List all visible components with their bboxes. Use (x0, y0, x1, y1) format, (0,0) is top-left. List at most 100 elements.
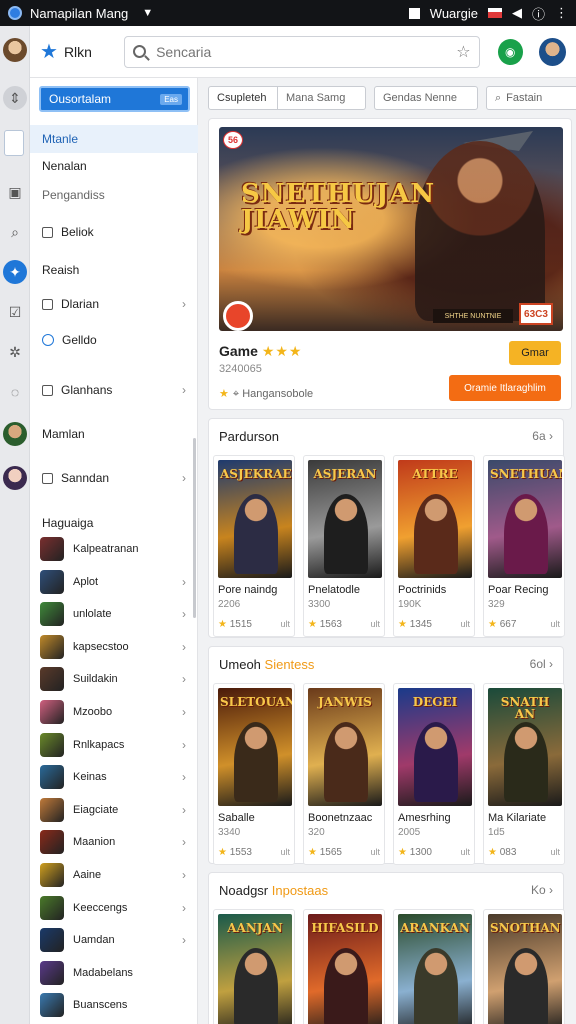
game-cover-art[interactable]: SLETOUAN (218, 688, 292, 806)
sidebar-game-item[interactable]: Keinas › (30, 762, 198, 792)
game-card-tag: ult (550, 847, 560, 857)
sidebar-item-5[interactable]: Dlarian › (30, 290, 198, 318)
game-card-size: 190K (398, 599, 422, 610)
game-cover-art[interactable]: SNATH AN (488, 688, 562, 806)
brand-label[interactable]: Rlkn (64, 44, 124, 60)
get-button[interactable]: Gmar (509, 341, 561, 365)
game-card[interactable]: ARANKAN (393, 909, 475, 1024)
filter-chip-0[interactable]: Csupleteh (208, 86, 278, 110)
game-cover-art[interactable]: DEGEI (398, 688, 472, 806)
search-icon[interactable]: ⌕ (3, 220, 27, 244)
game-thumbnail (40, 732, 64, 757)
game-card-name: Pore naindg (218, 584, 278, 596)
sidebar-item-label: Pengandiss (42, 188, 105, 202)
game-cover-art[interactable]: JANWIS (308, 688, 382, 806)
sidebar-game-item[interactable]: Suildakin › (30, 664, 198, 694)
account-name[interactable]: Wuargie (430, 6, 478, 21)
section-more-link[interactable]: Ko › (531, 883, 553, 897)
profile-avatar[interactable] (3, 38, 27, 62)
game-cover-art[interactable]: ARANKAN (398, 914, 472, 1024)
user-avatar[interactable] (538, 37, 566, 66)
sidebar-item-2[interactable]: Pengandiss (30, 181, 198, 209)
game-card[interactable]: ASJEKRAE Pore naindg 2206 ★ 1515 ult (213, 455, 295, 637)
game-card[interactable]: AANJAN (213, 909, 295, 1024)
game-logo-icon[interactable] (223, 301, 253, 331)
more-vertical-icon[interactable]: ⋮ (555, 5, 568, 21)
sidebar-item-1[interactable]: Nenalan (30, 152, 198, 180)
download-icon[interactable]: ▣ (3, 180, 27, 204)
game-card[interactable]: ASJERAN Pnelatodle 3300 ★ 1563 ult (303, 455, 385, 637)
sidebar-scrollbar[interactable] (193, 438, 196, 618)
game-cover-art[interactable]: ASJEKRAE (218, 460, 292, 578)
sidebar-item-8[interactable]: Mamlan (30, 420, 198, 448)
game-card[interactable]: HIFASILD (303, 909, 385, 1024)
back-icon[interactable]: ◀ (512, 5, 522, 21)
square-icon[interactable] (408, 7, 420, 19)
sidebar-game-item[interactable]: Rnlkapacs › (30, 730, 198, 760)
status-bar: Namapilan Mang ▼ Wuargie ◀ ⓘ ⋮ (0, 0, 576, 26)
sidebar-item-7[interactable]: Glanhans › (30, 376, 198, 404)
expand-icon[interactable]: ⇕ (3, 86, 27, 110)
sidebar-item-label: Reaish (42, 263, 80, 277)
sidebar-game-item[interactable]: Aaine › (30, 860, 198, 890)
game-card[interactable]: DEGEI Amesrhing 2005 ★ 1300 ult (393, 683, 475, 865)
game-cover-art[interactable]: AANJAN (218, 914, 292, 1024)
sidebar-item-9[interactable]: Sanndan › (30, 464, 198, 492)
sidebar-game-item[interactable]: Maanion › (30, 827, 198, 857)
filter-search[interactable]: ⌕ Fastain (486, 86, 576, 110)
star-logo-icon[interactable]: ★ (40, 39, 58, 64)
section-more-link[interactable]: 6a › (532, 429, 553, 443)
search-box[interactable]: ☆ (124, 35, 480, 68)
chat-icon[interactable]: ◌ (3, 380, 27, 404)
game-cover-art[interactable]: ASJERAN (308, 460, 382, 578)
install-button[interactable]: Oramie Itlaraghlim (449, 375, 561, 401)
game-card[interactable]: SNETHUAN Poar Recing 329 ★ 667 ult (483, 455, 565, 637)
game-cover-art[interactable]: SNOTHAN (488, 914, 562, 1024)
chevron-down-icon[interactable]: ▼ (142, 7, 153, 19)
sidebar-game-item[interactable]: Buanscens (30, 990, 198, 1020)
search-input[interactable] (156, 43, 457, 60)
game-cover-art[interactable]: SNETHUAN (488, 460, 562, 578)
sidebar-game-item[interactable]: Madabelans (30, 958, 198, 988)
sidebar-primary-button[interactable]: Ousortalam Eas (39, 86, 190, 112)
friend-avatar-2[interactable] (3, 466, 27, 490)
settings-icon[interactable]: ✲ (3, 340, 27, 364)
game-controller-button[interactable]: ◉ (497, 38, 523, 65)
info-icon[interactable]: ⓘ (532, 4, 545, 23)
sidebar-game-item[interactable]: Kalpeatranan (30, 534, 198, 564)
game-card[interactable]: SNOTHAN (483, 909, 565, 1024)
game-card[interactable]: ATTRE Poctrinids 190K ★ 1345 ult (393, 455, 475, 637)
star-outline-icon[interactable]: ☆ (456, 42, 470, 62)
game-cover-art[interactable]: ATTRE (398, 460, 472, 578)
sidebar-game-item[interactable]: Mzoobo › (30, 697, 198, 727)
sidebar-item-4[interactable]: Reaish (30, 256, 198, 284)
game-card[interactable]: SLETOUAN Saballe 3340 ★ 1553 ult (213, 683, 295, 865)
section-title: Umeoh Sientess (219, 657, 314, 672)
flag-icon[interactable] (487, 8, 502, 18)
game-card[interactable]: SNATH AN Ma Kilariate 1d5 ★ 083 ult (483, 683, 565, 865)
friend-avatar[interactable] (3, 422, 27, 446)
filter-chip-1[interactable]: Mana Samg (278, 86, 366, 110)
game-cover-art[interactable]: HIFASILD (308, 914, 382, 1024)
sidebar-game-item[interactable]: Uamdan › (30, 925, 198, 955)
featured-game-art[interactable]: SNETHUJAN JIAWIN SHTHE NUNTNIE 63C3 (219, 127, 563, 331)
sidebar-game-item[interactable]: kapsecstoo › (30, 632, 198, 662)
game-thumbnail (40, 928, 64, 953)
filter-chip-2[interactable]: Gendas Nenne (374, 86, 478, 110)
featured-game-card[interactable]: SNETHUJAN JIAWIN SHTHE NUNTNIE 63C3 56 Ga… (208, 118, 572, 410)
app-icon[interactable] (8, 6, 22, 20)
sidebar-game-item[interactable]: unlolate › (30, 599, 198, 629)
sidebar-game-label: Maanion (73, 836, 116, 849)
game-card[interactable]: JANWIS Boonetnzaac 320 ★ 1565 ult (303, 683, 385, 865)
sidebar-game-item[interactable]: Keeccengs › (30, 893, 198, 923)
sidebar-game-item[interactable]: Aplot › (30, 567, 198, 597)
section-title-text: Umeoh (219, 657, 265, 672)
section-title: Noadgsr Inpostaas (219, 883, 328, 898)
sidebar-item-6[interactable]: Gelldo (30, 326, 198, 354)
sidebar-game-item[interactable]: Eiagciate › (30, 795, 198, 825)
section-more-link[interactable]: 6ol › (530, 657, 553, 671)
sidebar-item-3[interactable]: Beliok (30, 218, 198, 246)
twitter-icon[interactable]: ✦ (3, 260, 27, 284)
check-icon[interactable]: ☑ (3, 300, 27, 324)
sidebar-item-0[interactable]: Mtanle (30, 125, 198, 153)
